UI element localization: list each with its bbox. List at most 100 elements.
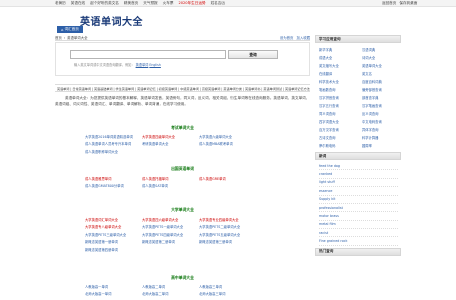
sidebar-tool-link[interactable]: 在线翻译: [319, 71, 362, 76]
word-link[interactable]: 大学英语专八级单词大全: [85, 224, 142, 229]
word-link[interactable]: 大学英语PETS一级单词大全: [142, 224, 199, 229]
sidebar-tool-link[interactable]: 英语单词大全: [362, 63, 405, 68]
word-link[interactable]: 人教版高一单词: [85, 284, 142, 289]
sidebar-tool-link[interactable]: 古诗文查询: [319, 135, 362, 140]
word-link[interactable]: 新概念英语第四册单词: [85, 247, 142, 252]
add-favorite-link[interactable]: 加入收藏: [296, 35, 310, 40]
back-home-link[interactable]: 返回首页: [382, 1, 396, 6]
sidebar-tool-link[interactable]: 汉语词典: [362, 47, 405, 52]
top-link-english-online[interactable]: 英语在线: [71, 1, 85, 6]
section-grid-abroad: 成人英语雅思单词 成人英语托福单词 成人英语GRE单词 成人英语GMAT800分…: [85, 176, 256, 188]
word-link[interactable]: 北师大版高一单词: [85, 291, 142, 296]
sidebar-tool-link[interactable]: 汉字笔画查询: [362, 103, 405, 108]
breadcrumb: 首页 › 英语单词大全 设为首页 加入收藏: [55, 35, 310, 41]
sidebar-tool-link[interactable]: 笔画数查询: [319, 87, 362, 92]
breadcrumb-actions: 设为首页 加入收藏: [280, 35, 310, 40]
new-word-link[interactable]: racist: [319, 229, 398, 238]
word-link[interactable]: 大学英语六级单词大全: [199, 134, 256, 139]
sidebar: 学习应用查询 新华字典 汉语词典 成语大全 诗词大全 英文缩写大全 英语单词大全…: [315, 35, 401, 256]
word-link[interactable]: 成人英语SAT单词: [142, 183, 199, 188]
new-word-link[interactable]: professionalist: [319, 204, 398, 213]
word-link[interactable]: 考研英语单词大全: [142, 141, 199, 146]
sidebar-hot-header: 热门查询: [315, 247, 401, 256]
sidebar-tool-link[interactable]: 英文缩写大全: [319, 63, 362, 68]
set-homepage-link[interactable]: 设为首页: [280, 35, 294, 40]
word-link[interactable]: 北师大版高三单词: [199, 291, 256, 296]
sidebar-tool-link[interactable]: 部首查字典: [362, 95, 405, 100]
word-link[interactable]: 大学英语四六级单词大全: [142, 217, 199, 222]
section-title-abroad: 出国英语单词: [171, 166, 194, 171]
search-hint-link-2[interactable]: English: [149, 63, 161, 67]
site-title[interactable]: 英语单词大全: [80, 13, 143, 28]
sidebar-tool-link[interactable]: 科学技术大全: [319, 79, 362, 84]
top-link-homepage[interactable]: 精美首页: [124, 1, 138, 6]
sidebar-tool-link[interactable]: 汉字拼音查询: [319, 95, 362, 100]
word-link[interactable]: 大学英语PETS二级单词大全: [199, 224, 256, 229]
word-link[interactable]: 大学英语PETS四级单词大全: [142, 232, 199, 237]
intro-paragraph: 英语单词大全：为您提供英语单词的基本解释，英语单词发音，英语例句，同义词，反义词…: [55, 96, 310, 106]
search-button[interactable]: 查询: [228, 50, 278, 59]
word-link[interactable]: 新概念英语第一册单词: [85, 239, 142, 244]
new-word-link[interactable]: motor brass: [319, 212, 398, 221]
word-link[interactable]: 成人英语MBA联考单词: [199, 141, 256, 146]
sidebar-tool-link[interactable]: 异体字查询: [362, 127, 405, 132]
sidebar-tool-link[interactable]: 四字词语大全: [319, 119, 362, 124]
sidebar-new-words-list: feed the dog cranked light stuff essence…: [315, 160, 401, 248]
home-tab[interactable]: ⌂ 词汇首页: [57, 26, 83, 33]
sidebar-tool-link[interactable]: 科学计算器: [362, 135, 405, 140]
sidebar-tool-link[interactable]: 偏旁部首查询: [362, 87, 405, 92]
home-tab-label: 词汇首页: [64, 27, 79, 31]
sidebar-tool-link[interactable]: 诗词大全: [362, 55, 405, 60]
new-word-link[interactable]: essence: [319, 187, 398, 196]
sidebar-tool-link[interactable]: 百万汉字查询: [319, 127, 362, 132]
search-hint-link-1[interactable]: 英语单词: [136, 63, 149, 67]
word-link[interactable]: 成人英语GMAT800分单词: [85, 183, 142, 188]
sidebar-tool-link[interactable]: 同义词查询: [319, 111, 362, 116]
sidebar-tool-link[interactable]: 百度百科词典: [362, 79, 405, 84]
sidebar-tool-link[interactable]: 圆周率: [362, 143, 405, 148]
top-link-almanac[interactable]: 老黄历: [55, 1, 66, 6]
new-word-link[interactable]: Supply kit: [319, 196, 398, 204]
breadcrumb-current[interactable]: 英语单词大全: [67, 35, 87, 40]
category-bar[interactable]: 英语单词 | 日常英语单词 | 英语基础单词 | 学生英语单词 | 英语单词记忆…: [55, 84, 310, 92]
new-word-link[interactable]: Fine grained rock: [319, 237, 398, 246]
word-link[interactable]: 新概念英语第二册单词: [142, 239, 199, 244]
top-links: 老黄历 英语在线 起个好听的英文名 精美首页 天气预报 火车票 2020年生日运…: [55, 1, 225, 6]
search-input[interactable]: [70, 50, 226, 59]
sidebar-tool-link[interactable]: 摩尔斯电码: [319, 143, 362, 148]
word-link[interactable]: 人教版高二单词: [142, 284, 199, 289]
word-link[interactable]: 大学英语专业四级单词大全: [199, 217, 256, 222]
word-link[interactable]: 成人英语托福单词: [142, 176, 199, 181]
top-link-train[interactable]: 火车票: [163, 1, 174, 6]
sidebar-tool-link[interactable]: 成语大全: [319, 55, 362, 60]
top-link-name-test[interactable]: 姓名吉凶: [211, 1, 225, 6]
new-word-link[interactable]: metal film: [319, 221, 398, 229]
sidebar-tool-link[interactable]: 汉字五行查询: [319, 103, 362, 108]
word-link[interactable]: 成人英语职称单词大全: [85, 149, 142, 154]
new-word-link[interactable]: feed the dog: [319, 162, 398, 171]
new-word-link[interactable]: light stuff: [319, 179, 398, 188]
word-link[interactable]: 新概念英语第三册单词: [199, 239, 256, 244]
word-link[interactable]: 成人英语GRE单词: [199, 176, 256, 181]
section-title-exam: 考试单词大全: [171, 125, 194, 130]
sidebar-tool-link[interactable]: 新华字典: [319, 47, 362, 52]
word-link[interactable]: 大学英语PETS三级单词大全: [85, 232, 142, 237]
sidebar-tool-link[interactable]: 英文名: [362, 71, 405, 76]
word-link[interactable]: 大学英语PETS五级单词大全: [199, 232, 256, 237]
word-link[interactable]: 北师大版高二单词: [142, 291, 199, 296]
save-desktop-link[interactable]: 保存到桌面: [399, 1, 417, 6]
word-link[interactable]: 大学英语词汇单词大全: [85, 217, 142, 222]
new-word-link[interactable]: cranked: [319, 170, 398, 179]
breadcrumb-home[interactable]: 首页: [55, 35, 62, 40]
top-link-weather[interactable]: 天气预报: [143, 1, 157, 6]
sidebar-tool-link[interactable]: 反义词查询: [362, 111, 405, 116]
sidebar-tool-link[interactable]: 中文电码查询: [362, 119, 405, 124]
word-link[interactable]: 大学英语四级单词大全: [142, 134, 199, 139]
word-link[interactable]: 大学英语2016单词英语精选单词: [85, 134, 142, 139]
word-link[interactable]: 成人英语雅思单词: [85, 176, 142, 181]
top-right-links: 返回首页 保存到桌面: [382, 1, 417, 6]
top-link-fortune[interactable]: 2020年生日运势: [178, 1, 205, 6]
word-link[interactable]: 成人英语单词人员考专升本单词: [85, 141, 142, 146]
word-link[interactable]: 人教版高三单词: [199, 284, 256, 289]
top-link-english-name[interactable]: 起个好听的英文名: [90, 1, 119, 6]
